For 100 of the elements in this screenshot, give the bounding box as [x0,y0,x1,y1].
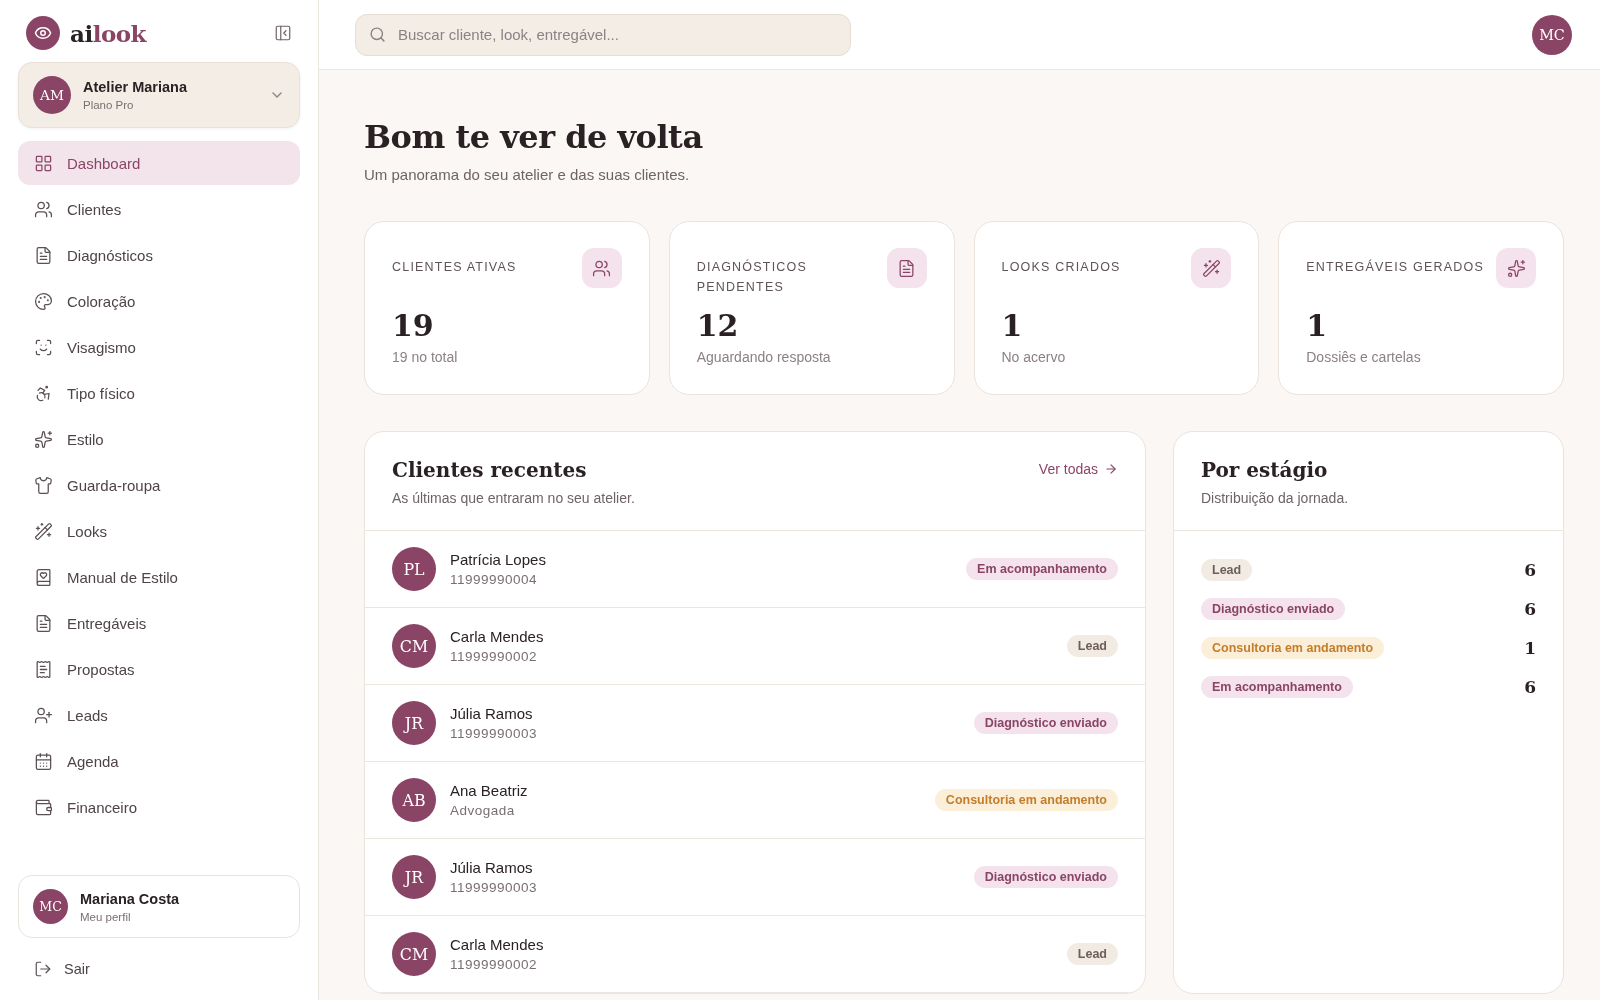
stat-value: 1 [1306,308,1329,343]
client-detail: 11999990002 [450,649,539,664]
avatar: AM [33,76,71,114]
stat-value: 19 [392,308,435,343]
nav-item[interactable]: Dashboard [18,141,300,185]
nav-item[interactable]: Tipo físico [18,371,300,415]
stage-count: 1 [1524,638,1536,658]
nav-item[interactable]: Coloração [18,279,300,323]
sparkles-icon [34,429,53,449]
client-detail: 11999990003 [450,880,539,895]
client-name: Carla Mendes [450,628,545,645]
client-name: Júlia Ramos [450,705,534,722]
stage-count: 6 [1524,560,1536,580]
stat-note: Aguardando resposta [696,349,832,365]
status-tag: Lead [1066,943,1118,965]
client-row[interactable]: CM Carla Mendes 11999990002 Lead [365,608,1145,685]
nav-item[interactable]: Agenda [18,739,300,783]
nav-item[interactable]: Manual de Estilo [18,555,300,599]
nav-item[interactable]: Visagismo [18,325,300,369]
profile-subtitle: Meu perfil [80,910,132,923]
stage-count: 6 [1524,677,1536,697]
nav-item[interactable]: Diagnósticos [18,233,300,277]
document-icon [897,258,916,278]
stage-tag: Consultoria em andamento [1201,637,1385,659]
stage-count: 6 [1524,599,1536,619]
client-row[interactable]: CM Carla Mendes 11999990002 Lead [365,916,1145,993]
nav-item[interactable]: Clientes [18,187,300,231]
profile-card[interactable]: MC Mariana Costa Meu perfil [18,875,300,938]
client-detail: Advogada [450,803,516,818]
status-tag: Diagnóstico enviado [973,866,1118,888]
face-scan-icon [34,337,53,357]
nav-item[interactable]: Entregáveis [18,601,300,645]
avatar: AB [392,778,436,822]
client-row[interactable]: AB Ana Beatriz Advogada Consultoria em andamento [365,762,1145,839]
avatar: PL [392,547,436,591]
sparkles-icon [1506,258,1526,278]
client-row[interactable]: JR Júlia Ramos 11999990003 Diagnóstico enviado [365,839,1145,916]
logout-link[interactable]: Sair [18,950,300,1000]
logout-icon [34,960,52,978]
document-icon [34,245,53,265]
nav-item[interactable]: Looks [18,509,300,553]
plan-label: Plano Pro [83,99,135,111]
user-avatar[interactable]: MC [1532,14,1572,55]
page-subtitle: Um panorama do seu atelier e das suas clientes. [364,166,691,183]
avatar: CM [392,624,436,668]
figure-icon [34,383,53,403]
workspace-name: Atelier Mariana [83,79,188,95]
nav-item[interactable]: Estilo [18,417,300,461]
client-row[interactable]: JR Júlia Ramos 11999990003 Diagnóstico enviado [365,685,1145,762]
users-icon [592,258,612,278]
client-detail: 11999990003 [450,726,539,741]
brand-name: ailook [70,19,148,47]
status-tag: Consultoria em andamento [934,789,1118,811]
user-plus-icon [34,705,53,725]
workspace-selector[interactable]: AM Atelier Mariana Plano Pro [18,62,300,128]
stage-tag: Em acompanhamento [1201,676,1353,698]
avatar: MC [33,889,68,924]
stat-label: CLIENTES ATIVAS [392,259,517,276]
nav-item[interactable]: Leads [18,693,300,737]
search-field[interactable]: Buscar cliente, look, entregável... [355,13,851,56]
nav-item[interactable]: Financeiro [18,785,300,829]
panel-subtitle: Distribuição da jornada. [1201,490,1349,506]
magic-wand-icon [34,521,53,541]
panel-subtitle: As últimas que entraram no seu atelier. [392,490,635,506]
users-icon [34,199,53,219]
eye-icon [34,24,52,42]
grid-icon [34,153,53,173]
see-all-link[interactable]: Ver todas [1038,461,1118,477]
stat-label: LOOKS CRIADOS [1001,259,1121,276]
panel-title: Clientes recentes [392,458,588,482]
status-tag: Em acompanhamento [966,558,1118,580]
calendar-icon [34,751,53,771]
stat-note: No acervo [1001,349,1067,365]
magic-wand-icon [1201,258,1221,278]
client-detail: 11999990004 [450,572,539,587]
book-heart-icon [34,567,53,587]
stage-tag: Lead [1201,559,1253,581]
search-icon [369,25,386,43]
palette-icon [34,291,53,311]
profile-name: Mariana Costa [80,890,181,907]
receipt-icon [34,659,53,679]
status-tag: Diagnóstico enviado [973,712,1118,734]
client-name: Ana Beatriz [450,782,529,799]
status-tag: Lead [1066,635,1118,657]
panel-title: Por estágio [1201,458,1329,482]
client-name: Júlia Ramos [450,859,534,876]
shirt-icon [34,475,53,495]
stat-value: 1 [1001,308,1024,343]
nav-item[interactable]: Guarda-roupa [18,463,300,507]
stat-note: Dossiês e cartelas [1306,349,1422,365]
client-detail: 11999990002 [450,957,539,972]
stat-label: DIAGNÓSTICOS PENDENTES [696,258,808,296]
stat-value: 12 [696,308,740,343]
nav-item[interactable]: Propostas [18,647,300,691]
wallet-icon [34,797,53,817]
client-row[interactable]: PL Patrícia Lopes 11999990004 Em acompanhamento [365,531,1145,608]
collapse-sidebar-button[interactable] [274,24,292,42]
avatar: JR [392,701,436,745]
stat-note: 19 no total [392,349,459,365]
client-name: Patrícia Lopes [450,551,547,568]
